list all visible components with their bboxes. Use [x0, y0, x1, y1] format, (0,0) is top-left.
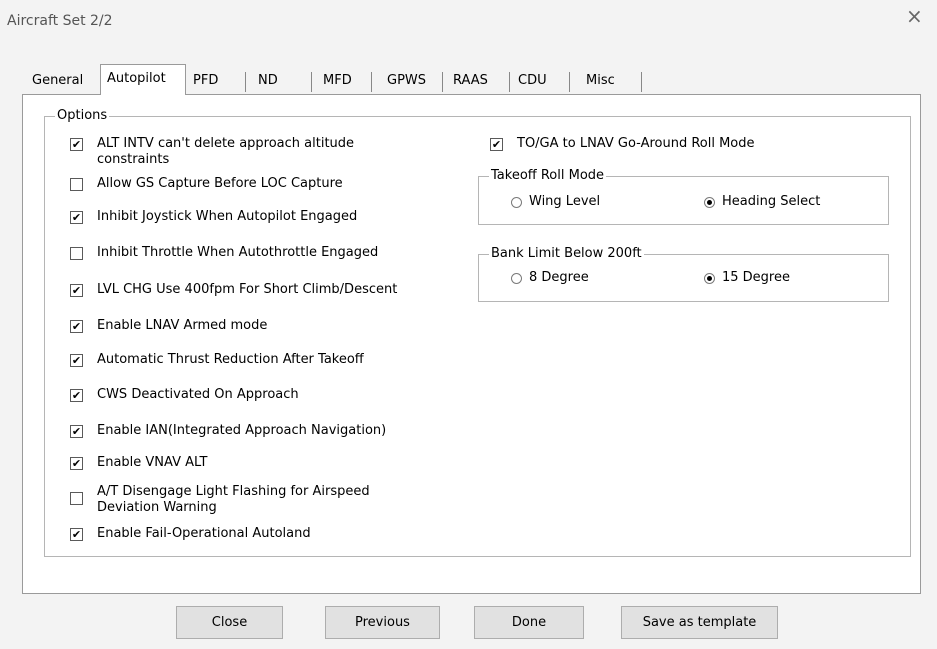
vnav-alt-check: ✔: [70, 457, 83, 470]
enable-ian-label: Enable IAN(Integrated Approach Navigatio…: [97, 423, 387, 438]
tab-raas-label: RAAS: [453, 73, 488, 88]
tab-gpws[interactable]: GPWS: [377, 68, 443, 94]
cws-deactivated-label: CWS Deactivated On Approach: [97, 387, 299, 402]
bank-limit-group-label: Bank Limit Below 200ft: [489, 246, 644, 262]
thrust-reduction-label: Automatic Thrust Reduction After Takeoff: [97, 352, 364, 367]
tab-pfd[interactable]: PFD: [187, 68, 246, 94]
previous-button[interactable]: Previous: [325, 606, 440, 639]
tab-raas[interactable]: RAAS: [443, 68, 510, 94]
wing-level-label: Wing Level: [529, 194, 601, 209]
15-degree-radio-dot: [704, 273, 715, 284]
lnav-armed-check: ✔: [70, 320, 83, 333]
wing-level-radio-dot: [511, 197, 522, 208]
window-title: Aircraft Set 2/2: [7, 13, 113, 29]
close-icon[interactable]: ×: [906, 6, 923, 26]
tab-cdu[interactable]: CDU: [510, 68, 570, 94]
alt-intv-label: ALT INTV can't delete approach altitude …: [97, 136, 354, 168]
thrust-reduction-check: ✔: [70, 354, 83, 367]
autopilot-tab-panel: Options ✔ ALT INTV can't delete approach…: [22, 94, 921, 594]
lnav-armed-label: Enable LNAV Armed mode: [97, 318, 268, 333]
tab-misc-label: Misc: [586, 73, 615, 88]
fail-operational-autoland-check: ✔: [70, 528, 83, 541]
alt-intv-label-line2: constraints: [97, 152, 170, 167]
done-button[interactable]: Done: [474, 606, 584, 639]
15-degree-label: 15 Degree: [722, 270, 790, 285]
cws-deactivated-check: ✔: [70, 389, 83, 402]
allow-gs-capture-box: [70, 178, 83, 191]
tab-mfd[interactable]: MFD: [318, 68, 372, 94]
tab-general[interactable]: General: [26, 68, 102, 94]
tab-nd-label: ND: [258, 73, 278, 88]
inhibit-joystick-check: ✔: [70, 211, 83, 224]
tab-cdu-label: CDU: [518, 73, 547, 88]
heading-select-label: Heading Select: [722, 194, 821, 209]
tab-nd[interactable]: ND: [252, 68, 312, 94]
vnav-alt-label: Enable VNAV ALT: [97, 455, 208, 470]
toga-lnav-check: ✔: [490, 138, 503, 151]
inhibit-throttle-label: Inhibit Throttle When Autothrottle Engag…: [97, 245, 379, 260]
at-disengage-light-label: A/T Disengage Light Flashing for Airspee…: [97, 484, 370, 516]
lvl-chg-check: ✔: [70, 284, 83, 297]
toga-lnav-label: TO/GA to LNAV Go-Around Roll Mode: [517, 136, 755, 151]
inhibit-joystick-label: Inhibit Joystick When Autopilot Engaged: [97, 209, 358, 224]
tab-autopilot[interactable]: Autopilot: [100, 64, 186, 95]
8-degree-label: 8 Degree: [529, 270, 589, 285]
fail-operational-autoland-label: Enable Fail-Operational Autoland: [97, 526, 311, 541]
tab-misc[interactable]: Misc: [576, 68, 642, 94]
alt-intv-check: ✔: [70, 138, 83, 151]
8-degree-radio-dot: [511, 273, 522, 284]
lvl-chg-label: LVL CHG Use 400fpm For Short Climb/Desce…: [97, 282, 398, 297]
at-disengage-light-box: [70, 492, 83, 505]
save-as-template-button[interactable]: Save as template: [621, 606, 778, 639]
heading-select-radio-dot: [704, 197, 715, 208]
at-disengage-light-label-line2: Deviation Warning: [97, 500, 217, 515]
alt-intv-label-line1: ALT INTV can't delete approach altitude: [97, 136, 355, 151]
takeoff-roll-group-label: Takeoff Roll Mode: [489, 168, 607, 184]
tab-gpws-label: GPWS: [387, 73, 427, 88]
close-button[interactable]: Close: [176, 606, 283, 639]
tab-autopilot-label: Autopilot: [107, 71, 166, 86]
allow-gs-capture-label: Allow GS Capture Before LOC Capture: [97, 176, 343, 191]
at-disengage-light-label-line1: A/T Disengage Light Flashing for Airspee…: [97, 484, 370, 499]
enable-ian-check: ✔: [70, 425, 83, 438]
options-group-label: Options: [55, 108, 110, 124]
tab-general-label: General: [32, 73, 84, 88]
tab-mfd-label: MFD: [323, 73, 352, 88]
inhibit-throttle-box: [70, 247, 83, 260]
tab-pfd-label: PFD: [193, 73, 219, 88]
